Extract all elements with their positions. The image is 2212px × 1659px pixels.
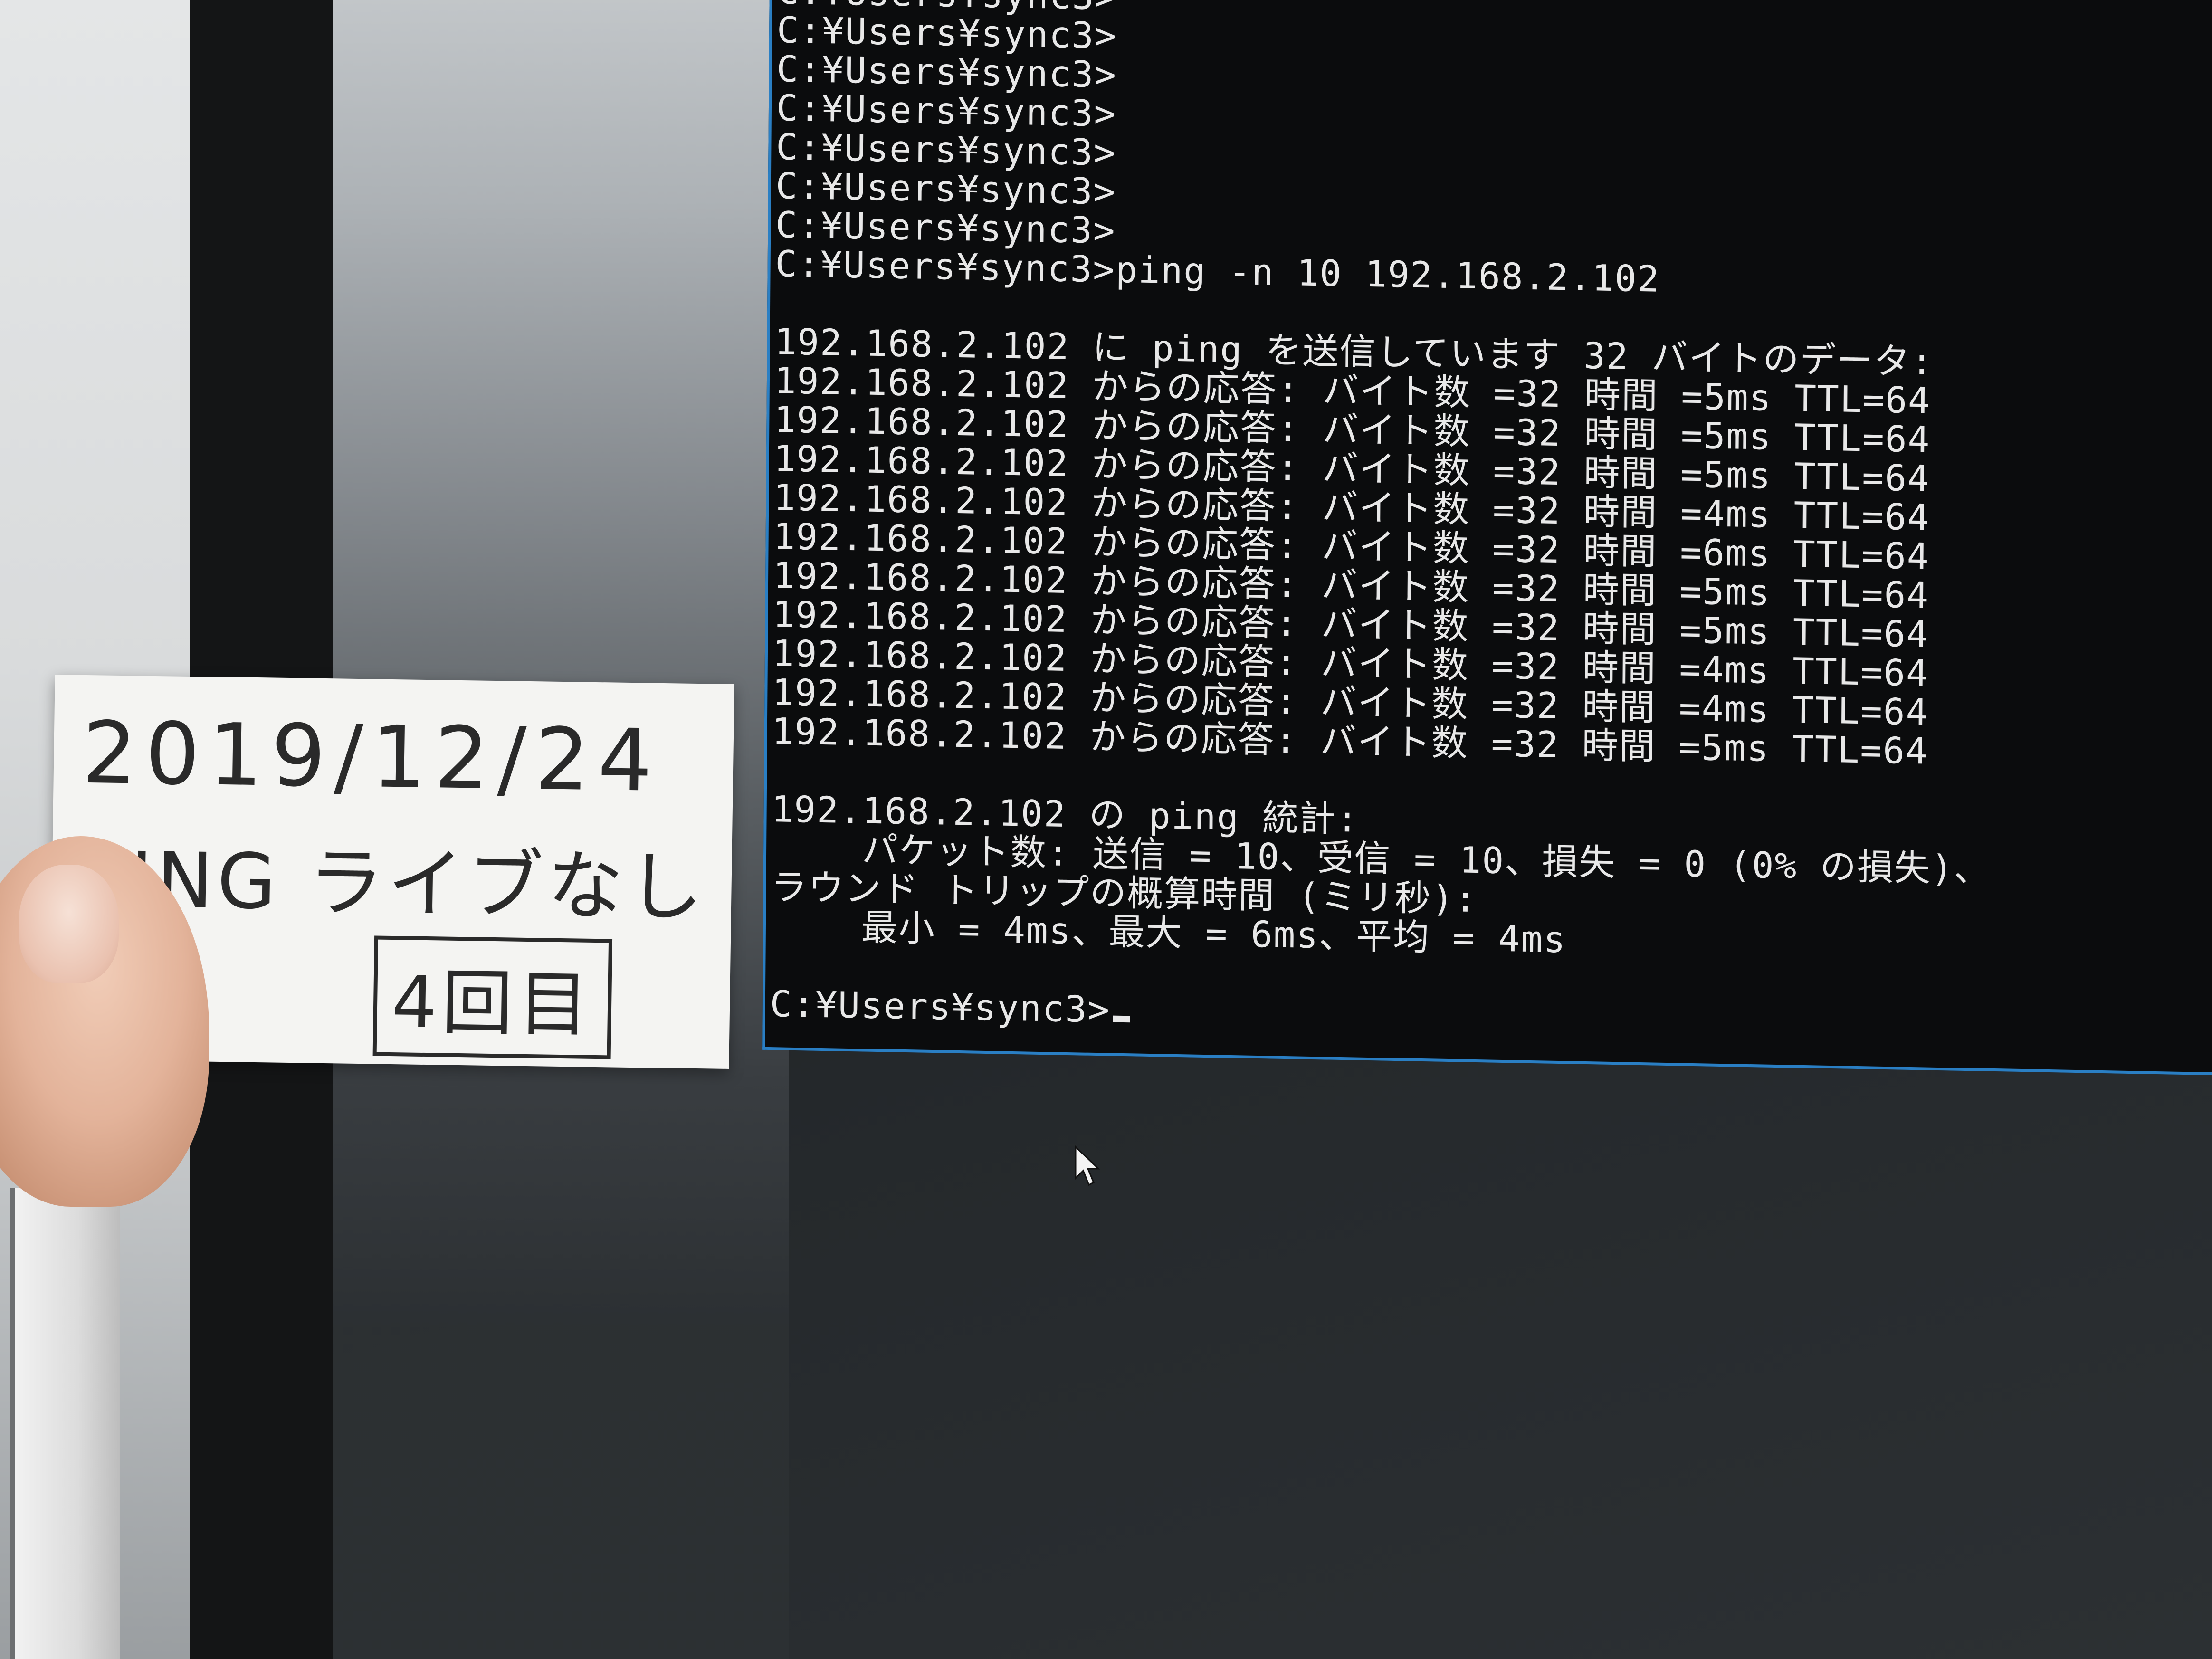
thumbnail — [19, 865, 119, 983]
mouse-pointer-icon — [1075, 1145, 1100, 1186]
photo-scene: C:¥Users¥sync3> C:¥Users¥sync3> C:¥Users… — [0, 0, 2212, 1659]
text-cursor — [1113, 1015, 1131, 1023]
monitor-stand — [10, 1188, 120, 1659]
note-attempt-count: 4回目 — [372, 935, 613, 1059]
note-date: 2019/12/24 — [81, 703, 662, 811]
console-prompt-text: C:¥Users¥sync3> — [770, 982, 1111, 1031]
command-prompt-window[interactable]: C:¥Users¥sync3> C:¥Users¥sync3> C:¥Users… — [762, 0, 2212, 1078]
